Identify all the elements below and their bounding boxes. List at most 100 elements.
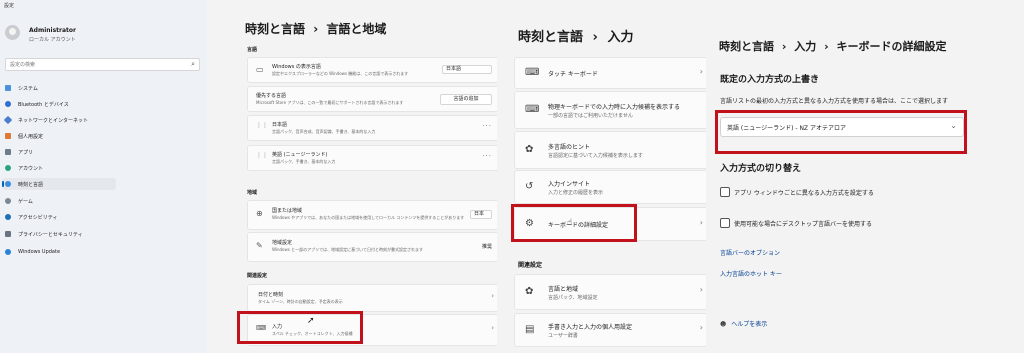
language-bar-options-link[interactable]: 言語バーのオプション bbox=[720, 248, 780, 257]
sidebar-item-apps[interactable]: アプリ bbox=[2, 146, 116, 158]
bluetooth-icon bbox=[5, 101, 11, 107]
region-format-icon: ✎ bbox=[256, 241, 263, 250]
sidebar-item-personalization[interactable]: 個人用設定 bbox=[2, 130, 116, 142]
sidebar-item-accounts[interactable]: アカウント bbox=[2, 162, 116, 174]
add-language-button[interactable]: 言語の追加 bbox=[440, 94, 492, 105]
more-options-icon[interactable]: ··· bbox=[482, 152, 492, 160]
regional-format-card[interactable]: ✎ 地域設定 Windows と一部のアプリでは、地域設定に基づいて日付と時刻が… bbox=[247, 232, 497, 262]
update-icon bbox=[5, 249, 11, 255]
section-related-label: 関連設定 bbox=[518, 262, 543, 269]
user-role: ローカル アカウント bbox=[29, 37, 76, 43]
advanced-keyboard-page: 時刻と言語 › 入力 › キーボードの詳細設定 既定の入力方式の上書き 言語リス… bbox=[706, 0, 1024, 353]
breadcrumb-parent[interactable]: 時刻と言語 bbox=[518, 30, 583, 45]
desktop-language-bar-label: 使用可能な場合にデスクトップ言語バーを使用する bbox=[734, 221, 873, 228]
breadcrumb-time-language[interactable]: 時刻と言語 bbox=[719, 40, 774, 53]
chevron-right-icon: › bbox=[699, 285, 703, 294]
keyboard-icon: ⌨ bbox=[525, 104, 540, 115]
country-region-card: ⊕ 国または地域 Windows やアプリでは、あなたの国または地域を使用してロ… bbox=[247, 200, 497, 230]
network-icon bbox=[3, 115, 13, 125]
breadcrumb-separator: › bbox=[781, 40, 787, 53]
system-icon bbox=[5, 85, 11, 91]
handwriting-personalization-card[interactable]: ▤ 手書き入力と入力の個人用設定 ユーザー辞書 › bbox=[514, 313, 706, 347]
sidebar-item-system[interactable]: システム bbox=[2, 82, 116, 94]
sidebar-item-gaming[interactable]: ゲーム bbox=[2, 195, 116, 207]
mouse-cursor-icon: ☝ bbox=[567, 218, 573, 228]
touch-keyboard-icon: ⌨ bbox=[525, 67, 540, 78]
highlight-advanced-keyboard-box bbox=[511, 204, 637, 242]
get-help-link[interactable]: ☻ ヘルプを表示 bbox=[720, 319, 767, 328]
desktop-language-bar-checkbox[interactable] bbox=[720, 218, 730, 228]
brush-icon bbox=[5, 133, 11, 139]
avatar[interactable] bbox=[5, 25, 20, 40]
chevron-right-icon: › bbox=[699, 323, 703, 332]
controller-icon bbox=[5, 198, 11, 204]
chevron-right-icon: › bbox=[699, 67, 703, 76]
more-options-icon[interactable]: ··· bbox=[482, 122, 492, 130]
breadcrumb-separator: › bbox=[824, 40, 829, 53]
chevron-right-icon: › bbox=[491, 292, 494, 300]
chevron-right-icon: › bbox=[699, 218, 703, 227]
input-language-hotkeys-link[interactable]: 入力言語のホット キー bbox=[720, 269, 782, 278]
breadcrumb-current: 入力 bbox=[607, 30, 634, 45]
input-page: 時刻と言語 › 入力 ⌨ タッチ キーボード › ⌨ 物理キーボードでの入力時に… bbox=[497, 0, 706, 353]
apps-icon bbox=[5, 149, 11, 155]
language-icon: ✿ bbox=[525, 286, 534, 297]
drag-handle-icon[interactable]: ⋮⋮ bbox=[256, 122, 268, 129]
breadcrumb-current: キーボードの詳細設定 bbox=[836, 40, 947, 53]
breadcrumb-parent[interactable]: 時刻と言語 bbox=[245, 22, 305, 36]
history-icon: ↺ bbox=[525, 181, 534, 192]
physical-keyboard-suggestions-card[interactable]: ⌨ 物理キーボードでの入力時に入力候補を表示する 一部の言語ではご利用いただけま… bbox=[514, 91, 706, 129]
language-suggestion-icon: ✿ bbox=[525, 144, 534, 155]
per-app-input-checkbox[interactable] bbox=[720, 187, 730, 197]
page-title: 時刻と言語 › 入力 › キーボードの詳細設定 bbox=[719, 38, 946, 54]
regional-format-value: 推奨 bbox=[481, 244, 492, 250]
shield-icon bbox=[5, 231, 11, 237]
override-description: 言語リストの最初の入力方式と異なる入力方式を使用する場合は、ここで選択します bbox=[720, 98, 949, 105]
accessibility-icon bbox=[5, 214, 11, 220]
window-title: 設定 bbox=[4, 3, 15, 9]
language-region-page: 時刻と言語 › 言語と地域 言語 ▭ Windows の表示言語 設定やエクスプ… bbox=[207, 0, 497, 353]
sidebar-item-bluetooth[interactable]: Bluetooth とデバイス bbox=[2, 98, 116, 110]
highlight-dropdown-box bbox=[715, 110, 967, 154]
touch-keyboard-card[interactable]: ⌨ タッチ キーボード › bbox=[514, 57, 706, 89]
search-placeholder: 設定の検索 bbox=[10, 62, 36, 68]
sidebar-item-privacy[interactable]: プライバシーとセキュリティ bbox=[2, 228, 116, 240]
sidebar-item-windows-update[interactable]: Windows Update bbox=[2, 246, 116, 258]
breadcrumb-separator: › bbox=[313, 22, 319, 36]
preferred-language-card: 優先する言語 Microsoft Store アプリは、この一覧で最初にサポート… bbox=[247, 86, 497, 112]
notebook-icon: ▤ bbox=[525, 324, 535, 335]
mouse-cursor-icon: ➚ bbox=[307, 316, 315, 326]
account-icon bbox=[5, 165, 11, 171]
globe-icon: ⊕ bbox=[256, 209, 263, 218]
language-region-card[interactable]: ✿ 言語と地域 言語パック、地域設定 › bbox=[514, 274, 706, 310]
language-item-english-nz[interactable]: ⋮⋮ 英語 (ニュージーランド) 言語パック、手書き、基本的な入力 ··· bbox=[247, 145, 497, 171]
override-section-title: 既定の入力方式の上書き bbox=[720, 75, 820, 85]
section-language-label: 言語 bbox=[247, 47, 258, 53]
breadcrumb-input[interactable]: 入力 bbox=[794, 40, 816, 53]
language-item-japanese[interactable]: ⋮⋮ 日本語 言語パック、音声合成、音声認識、手書き、基本的な入力 ··· bbox=[247, 115, 497, 141]
breadcrumb-separator: › bbox=[592, 30, 598, 45]
chevron-right-icon: › bbox=[491, 324, 494, 332]
section-region-label: 地域 bbox=[247, 190, 258, 196]
help-icon: ☻ bbox=[720, 321, 727, 328]
monitor-icon: ▭ bbox=[256, 65, 264, 74]
page-title: 時刻と言語 › 言語と地域 bbox=[245, 20, 386, 37]
sidebar-item-accessibility[interactable]: アクセシビリティ bbox=[2, 211, 116, 223]
multilingual-suggestions-card[interactable]: ✿ 多言語のヒント 言語認定に基づいて入力候補を表示します bbox=[514, 131, 706, 169]
settings-sidebar: 設定 Administrator ローカル アカウント 設定の検索 ⌕ システム… bbox=[0, 0, 207, 353]
get-help-label: ヘルプを表示 bbox=[731, 321, 768, 328]
sidebar-item-network[interactable]: ネットワークとインターネット bbox=[2, 114, 116, 126]
sidebar-item-time-language[interactable]: 時刻と言語 bbox=[2, 178, 116, 190]
display-language-select[interactable]: 日本語 bbox=[442, 65, 492, 74]
highlight-input-box bbox=[237, 311, 363, 344]
date-time-card[interactable]: 日付と時刻 タイム ゾーン、時計の自動設定、予定表の表示 › bbox=[247, 284, 497, 312]
section-related-label: 関連設定 bbox=[247, 273, 268, 279]
display-language-card: ▭ Windows の表示言語 設定やエクスプローラーなどの Windows 機… bbox=[247, 57, 497, 83]
drag-handle-icon[interactable]: ⋮⋮ bbox=[256, 152, 268, 159]
breadcrumb-current: 言語と地域 bbox=[326, 22, 387, 36]
country-select[interactable]: 日本 bbox=[470, 210, 492, 219]
globe-clock-icon bbox=[5, 181, 11, 187]
search-input[interactable]: 設定の検索 ⌕ bbox=[5, 58, 200, 71]
typing-insights-card[interactable]: ↺ 入力インサイト 入力と修正の履歴を表示 bbox=[514, 170, 706, 204]
page-title: 時刻と言語 › 入力 bbox=[518, 26, 633, 45]
